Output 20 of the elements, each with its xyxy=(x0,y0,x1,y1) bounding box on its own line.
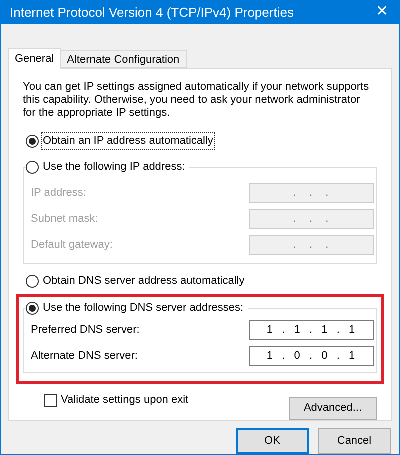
tab[interactable]: General xyxy=(8,48,62,69)
description-text: You can get IP settings assigned automatically if your network supports this capability. Otherwise, you need to ask your network administrator for the appropriate IP settings. xyxy=(23,81,370,120)
field-label: Default gateway: xyxy=(31,238,113,253)
radio-label[interactable]: Use the following IP address: xyxy=(42,158,186,176)
ip-address-field[interactable]: 1 . 1 . 1 . 1 xyxy=(249,320,374,340)
radio-label[interactable]: Use the following DNS server addresses: xyxy=(42,300,245,316)
checkbox-label[interactable]: Validate settings upon exit xyxy=(61,392,189,408)
radio-label[interactable]: Obtain an IP address automatically xyxy=(42,132,214,150)
field-label: Preferred DNS server: xyxy=(31,322,140,338)
window-title: Internet Protocol Version 4 (TCP/IPv4) Properties xyxy=(10,4,294,22)
radio-label[interactable]: Obtain DNS server address automatically xyxy=(42,272,246,290)
field-label: Alternate DNS server: xyxy=(31,348,138,364)
dialog-button[interactable]: Cancel xyxy=(318,428,391,454)
close-button[interactable]: ✕ xyxy=(376,1,389,24)
tab[interactable]: Alternate Configuration xyxy=(60,50,187,68)
ip-address-field[interactable]: 1 . 0 . 0 . 1 xyxy=(249,346,374,366)
advanced-button[interactable]: Advanced... xyxy=(289,397,377,420)
field-label: IP address: xyxy=(31,186,86,201)
dialog-button[interactable]: OK xyxy=(236,428,309,454)
field-label: Subnet mask: xyxy=(31,212,98,227)
